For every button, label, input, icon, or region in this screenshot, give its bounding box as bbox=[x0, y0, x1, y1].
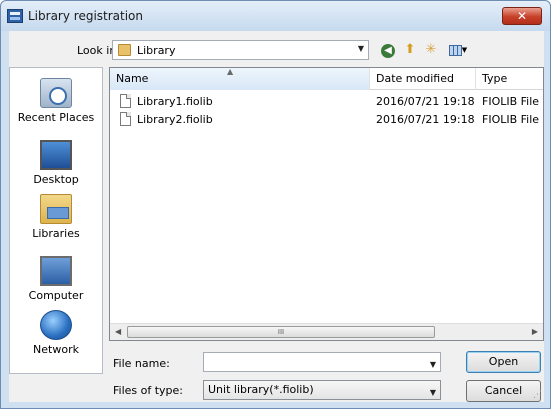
title-bar[interactable]: Library registration ✕ bbox=[1, 1, 550, 31]
dialog-window: Library registration ✕ Look in: Library … bbox=[0, 0, 551, 409]
files-of-type-dropdown[interactable]: Unit library(*.fiolib) ▼ bbox=[203, 380, 441, 400]
new-folder-icon[interactable]: ✳ bbox=[422, 41, 440, 59]
open-button[interactable]: Open bbox=[466, 351, 541, 373]
network-icon bbox=[40, 310, 72, 340]
chevron-down-icon[interactable]: ▼ bbox=[430, 356, 436, 374]
files-of-type-value: Unit library(*.fiolib) bbox=[208, 383, 314, 396]
column-header-label: Name bbox=[116, 72, 149, 85]
recent-places-icon bbox=[40, 78, 72, 108]
scrollbar-thumb[interactable]: III bbox=[127, 326, 435, 338]
resize-grip-icon[interactable]: ⋰ bbox=[533, 390, 542, 400]
chevron-down-icon: ▼ bbox=[429, 388, 436, 397]
files-of-type-label: Files of type: bbox=[113, 384, 184, 397]
sort-ascending-icon: ▲ bbox=[227, 67, 234, 76]
place-desktop[interactable]: Desktop bbox=[10, 136, 102, 186]
file-type: FIOLIB File bbox=[482, 95, 540, 108]
libraries-icon bbox=[40, 194, 72, 224]
file-row[interactable]: Library1.fiolib 2016/07/21 19:18 FIOLIB … bbox=[110, 93, 543, 111]
file-type: FIOLIB File bbox=[482, 113, 540, 126]
column-header-type[interactable]: Type bbox=[476, 68, 543, 90]
file-date: 2016/07/21 19:18 bbox=[376, 95, 475, 108]
place-libraries[interactable]: Libraries bbox=[10, 194, 102, 240]
scroll-left-icon[interactable]: ◀ bbox=[115, 327, 121, 336]
file-icon bbox=[120, 112, 131, 126]
file-icon bbox=[120, 94, 131, 108]
view-menu-icon[interactable]: ▼ bbox=[444, 41, 472, 59]
place-recent-places[interactable]: Recent Places bbox=[10, 78, 102, 124]
place-computer[interactable]: Computer bbox=[10, 252, 102, 302]
desktop-icon bbox=[40, 140, 72, 170]
column-header-date[interactable]: Date modified bbox=[370, 68, 476, 90]
up-folder-icon[interactable]: ⬆ bbox=[401, 41, 419, 59]
column-header-name[interactable]: Name ▲ bbox=[110, 68, 370, 90]
look-in-value: Library bbox=[137, 44, 176, 57]
folder-icon bbox=[118, 44, 131, 56]
cancel-button[interactable]: Cancel bbox=[466, 380, 541, 402]
window-title: Library registration bbox=[28, 9, 144, 23]
close-button[interactable]: ✕ bbox=[502, 7, 542, 25]
place-label: Desktop bbox=[33, 173, 79, 186]
place-network[interactable]: Network bbox=[10, 310, 102, 356]
dialog-body: Look in: Library ▼ ◀ ⬆ ✳ ▼ Recent Places… bbox=[9, 31, 544, 402]
file-name-field[interactable]: ▼ bbox=[203, 352, 441, 372]
place-label: Computer bbox=[28, 289, 84, 302]
file-row[interactable]: Library2.fiolib 2016/07/21 19:18 FIOLIB … bbox=[110, 111, 543, 129]
computer-icon bbox=[40, 256, 72, 286]
app-icon bbox=[7, 9, 23, 23]
place-label: Recent Places bbox=[17, 111, 95, 124]
back-icon[interactable]: ◀ bbox=[379, 41, 397, 59]
file-name: Library1.fiolib bbox=[137, 95, 213, 108]
places-bar: Recent Places Desktop Libraries Computer… bbox=[9, 67, 103, 374]
look-in-dropdown[interactable]: Library ▼ bbox=[112, 40, 369, 60]
place-label: Libraries bbox=[32, 227, 80, 240]
file-name: Library2.fiolib bbox=[137, 113, 213, 126]
column-header-row: Name ▲ Date modified Type bbox=[110, 68, 543, 90]
file-name-label: File name: bbox=[113, 357, 170, 370]
file-date: 2016/07/21 19:18 bbox=[376, 113, 475, 126]
chevron-down-icon: ▼ bbox=[357, 44, 364, 53]
place-label: Network bbox=[33, 343, 79, 356]
file-list[interactable]: Name ▲ Date modified Type Library1.fioli… bbox=[109, 67, 544, 341]
horizontal-scrollbar[interactable]: ◀ III ▶ bbox=[110, 323, 543, 340]
scroll-right-icon[interactable]: ▶ bbox=[532, 327, 538, 336]
